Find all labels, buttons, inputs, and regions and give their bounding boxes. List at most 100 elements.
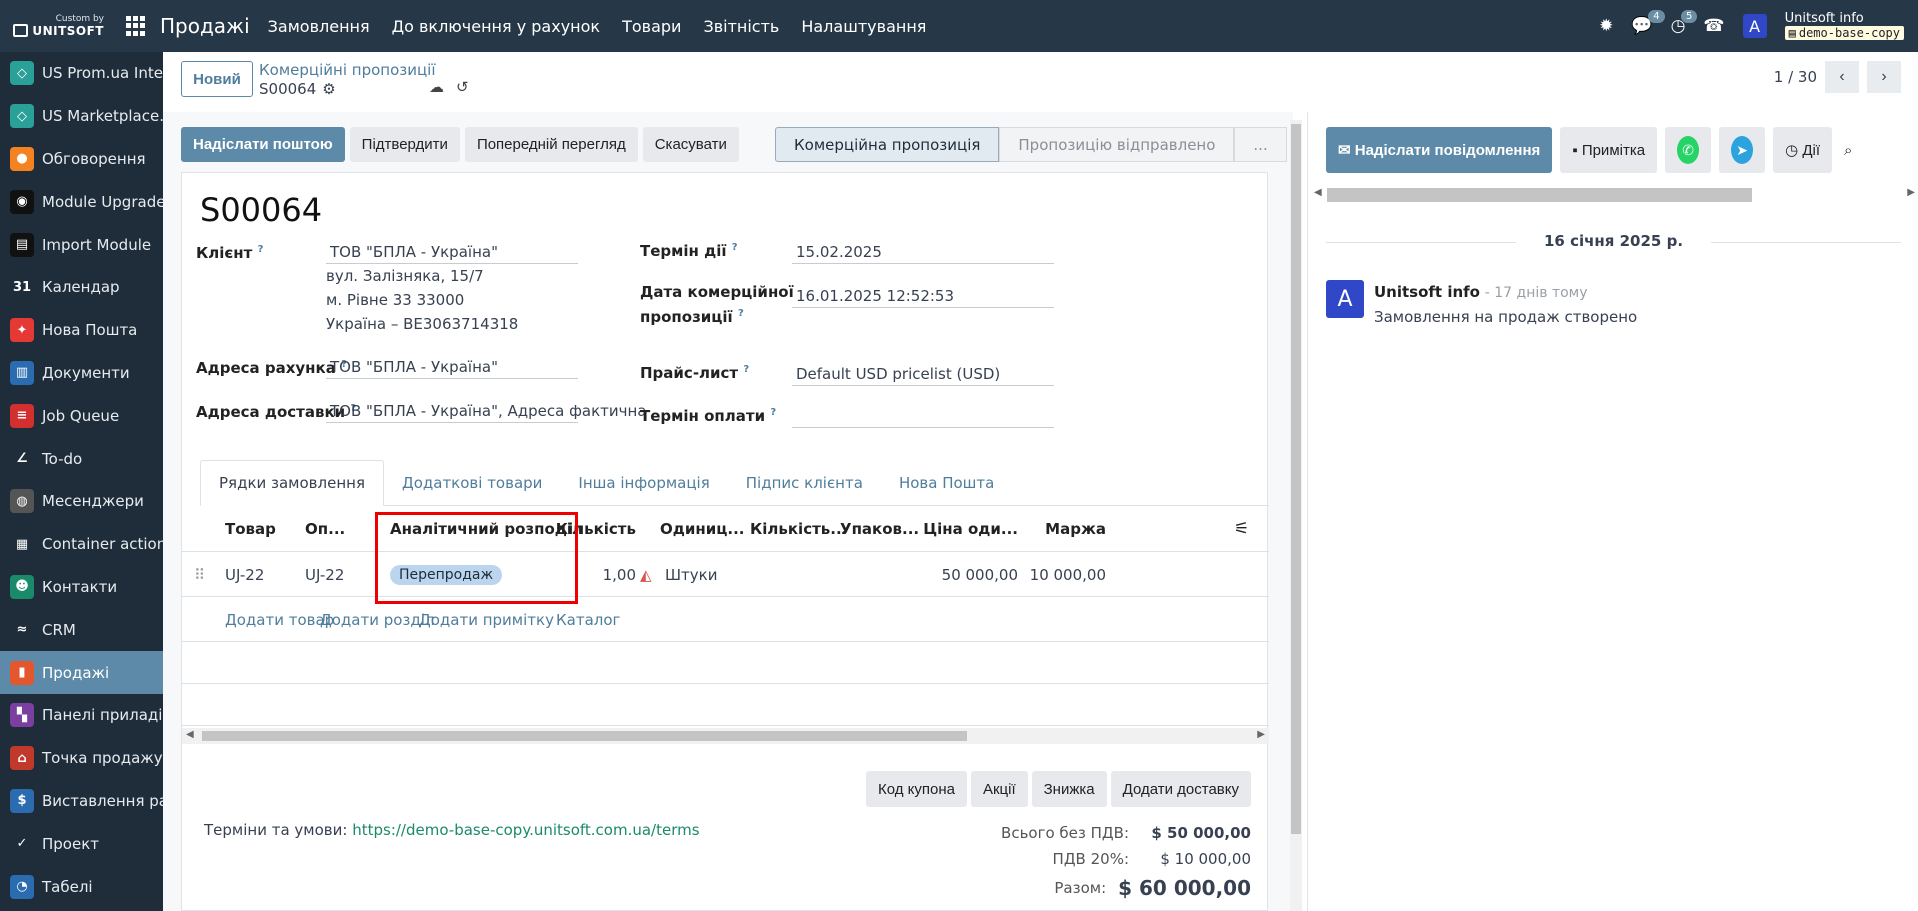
cancel-button[interactable]: Скасувати [642, 127, 739, 162]
menu-to-invoice[interactable]: До включення у рахунок [392, 17, 600, 36]
stage-more[interactable]: ... [1234, 127, 1287, 162]
table-horizontal-scrollbar[interactable]: ◀ ▶ [182, 728, 1269, 744]
send-message-button[interactable]: ✉ Надіслати повідомлення [1326, 127, 1553, 173]
col-quantity[interactable]: Кількість [550, 506, 636, 552]
pricelist-field[interactable]: Default USD pricelist (USD) [792, 363, 1054, 386]
tab-nova-poshta[interactable]: Нова Пошта [881, 460, 1012, 506]
analytic-tag[interactable]: Перепродаж [390, 564, 503, 585]
col-description[interactable]: Оп... [305, 506, 345, 552]
chatter-horizontal-scrollbar[interactable]: ◀ ▶ [1312, 185, 1918, 202]
sidebar-item[interactable]: $ Виставлення ра... [0, 780, 163, 823]
chat-icon[interactable]: 💬 4 [1631, 10, 1665, 36]
sidebar-item[interactable]: ≡ Job Queue [0, 394, 163, 437]
add-note-link[interactable]: Додати примітку [419, 597, 554, 642]
bug-icon[interactable]: ✹ [1599, 16, 1613, 36]
activity-clock-icon[interactable]: ◷ 5 [1671, 10, 1698, 36]
menu-settings[interactable]: Налаштування [801, 17, 926, 36]
cloud-save-icon[interactable]: ☁ [429, 78, 444, 96]
sidebar-item[interactable]: ≈ CRM [0, 608, 163, 651]
app-grid-icon[interactable] [126, 16, 146, 36]
menu-reporting[interactable]: Звітність [703, 17, 779, 36]
sidebar-item[interactable]: ◉ Module Upgrade [0, 180, 163, 223]
add-shipping-button[interactable]: Додати доставку [1110, 771, 1251, 807]
tab-other-info[interactable]: Інша інформація [560, 460, 727, 506]
sidebar-item[interactable]: ◇ US Marketplace... [0, 95, 163, 138]
row-product[interactable]: UJ-22 [225, 552, 264, 597]
catalog-link[interactable]: Каталог [556, 597, 620, 642]
menu-orders[interactable]: Замовлення [268, 17, 370, 36]
forecast-chart-icon[interactable]: ◭ [640, 552, 652, 597]
col-uom[interactable]: Одиниц... [660, 506, 744, 552]
sidebar-item[interactable]: 31 Календар [0, 266, 163, 309]
tab-customer-signature[interactable]: Підпис клієнта [728, 460, 881, 506]
col-product[interactable]: Товар [225, 506, 276, 552]
payment-terms-field[interactable] [792, 406, 1054, 428]
stage-quotation[interactable]: Комерційна пропозиція [775, 127, 1000, 162]
pager-previous-button[interactable]: ‹ [1825, 61, 1859, 93]
gear-icon[interactable]: ⚙ [322, 80, 335, 99]
form-vertical-scrollbar[interactable] [1290, 120, 1302, 911]
discard-undo-icon[interactable]: ↺ [456, 78, 469, 96]
menu-products[interactable]: Товари [622, 17, 681, 36]
delivery-address-field[interactable]: ТОВ "БПЛА - Україна", Адреса фактична [326, 400, 647, 423]
whatsapp-button[interactable]: ✆ [1665, 127, 1712, 173]
phone-icon[interactable]: ☎ [1703, 16, 1724, 36]
quotation-date-field[interactable]: 16.01.2025 12:52:53 [792, 285, 1054, 308]
search-button[interactable]: ⌕ [1840, 127, 1856, 173]
col-packaging[interactable]: Упаков... [840, 506, 919, 552]
new-button[interactable]: Новий [181, 61, 253, 97]
table-row[interactable]: ⠿ UJ-22 UJ-22 Перепродаж 1,00 ◭ Штуки 50… [182, 552, 1269, 597]
breadcrumb-quotations-link[interactable]: Комерційні пропозиції [259, 61, 436, 79]
telegram-button[interactable]: ➤ [1719, 127, 1766, 173]
coupon-code-button[interactable]: Код купона [865, 771, 967, 807]
validity-date-field[interactable]: 15.02.2025 [792, 241, 1054, 264]
sidebar-item[interactable]: ▥ Документи [0, 352, 163, 395]
row-quantity[interactable]: 1,00 [550, 552, 636, 597]
promotions-button[interactable]: Акції [970, 771, 1028, 807]
author-avatar[interactable]: A [1326, 280, 1364, 318]
row-margin[interactable]: 10 000,00 [1020, 552, 1106, 597]
row-description[interactable]: UJ-22 [305, 552, 344, 597]
add-section-link[interactable]: Додати розділ [320, 597, 435, 642]
confirm-button[interactable]: Підтвердити [349, 127, 460, 162]
sidebar-item[interactable]: ▦ Container actions [0, 523, 163, 566]
activities-button[interactable]: ◷ Дії [1773, 127, 1833, 173]
log-note-button[interactable]: ▪ Примітка [1560, 127, 1658, 173]
send-by-email-button[interactable]: Надіслати поштою [181, 127, 345, 162]
col-delivered-qty[interactable]: Кількість... [750, 506, 847, 552]
client-field[interactable]: ТОВ "БПЛА - Україна" [326, 241, 578, 264]
user-name[interactable]: Unitsoft info [1785, 12, 1904, 26]
sidebar-item[interactable]: ● Обговорення [0, 138, 163, 181]
sidebar-item[interactable]: ☻ Контакти [0, 566, 163, 609]
row-unit-price[interactable]: 50 000,00 [920, 552, 1018, 597]
stage-quotation-sent[interactable]: Пропозицію відправлено [999, 127, 1235, 162]
terms-link[interactable]: https://demo-base-copy.unitsoft.com.ua/t… [352, 821, 699, 839]
column-settings-icon[interactable]: ⚟ [1234, 506, 1249, 552]
pager-value[interactable]: 1 / 30 [1774, 68, 1817, 86]
drag-handle-icon[interactable]: ⠿ [194, 552, 205, 597]
user-avatar[interactable]: A [1742, 14, 1767, 38]
invoice-address-field[interactable]: ТОВ "БПЛА - Україна" [326, 356, 578, 379]
add-product-link[interactable]: Додати товар [225, 597, 334, 642]
app-brand[interactable]: Продажі [160, 14, 250, 38]
sidebar-item[interactable]: ▚ Панелі приладів [0, 694, 163, 737]
sidebar-item[interactable]: ▮ Продажі [0, 651, 163, 694]
sidebar-item[interactable]: ◔ Табелі [0, 865, 163, 908]
unitsoft-logo[interactable]: Custom by UNITSOFT [0, 0, 112, 52]
tab-optional-products[interactable]: Додаткові товари [384, 460, 560, 506]
sidebar-item[interactable]: ◍ Месенджери [0, 480, 163, 523]
sidebar-item[interactable]: ✓ Проект [0, 822, 163, 865]
sidebar-item[interactable]: ◇ US Prom.ua Inte... [0, 52, 163, 95]
col-margin[interactable]: Маржа [1020, 506, 1106, 552]
sidebar-item[interactable]: ▤ Import Module [0, 223, 163, 266]
col-unit-price[interactable]: Ціна оди... [920, 506, 1018, 552]
sidebar-item[interactable]: ✦ Нова Пошта [0, 309, 163, 352]
message-author[interactable]: Unitsoft info [1374, 283, 1480, 301]
row-uom[interactable]: Штуки [665, 552, 717, 597]
tab-order-lines[interactable]: Рядки замовлення [200, 460, 384, 506]
pager-next-button[interactable]: › [1867, 61, 1901, 93]
discount-button[interactable]: Знижка [1031, 771, 1107, 807]
sidebar-item[interactable]: ⌂ Точка продажу [0, 737, 163, 780]
preview-button[interactable]: Попередній перегляд [464, 127, 638, 162]
sidebar-item[interactable]: ∠ To-do [0, 437, 163, 480]
